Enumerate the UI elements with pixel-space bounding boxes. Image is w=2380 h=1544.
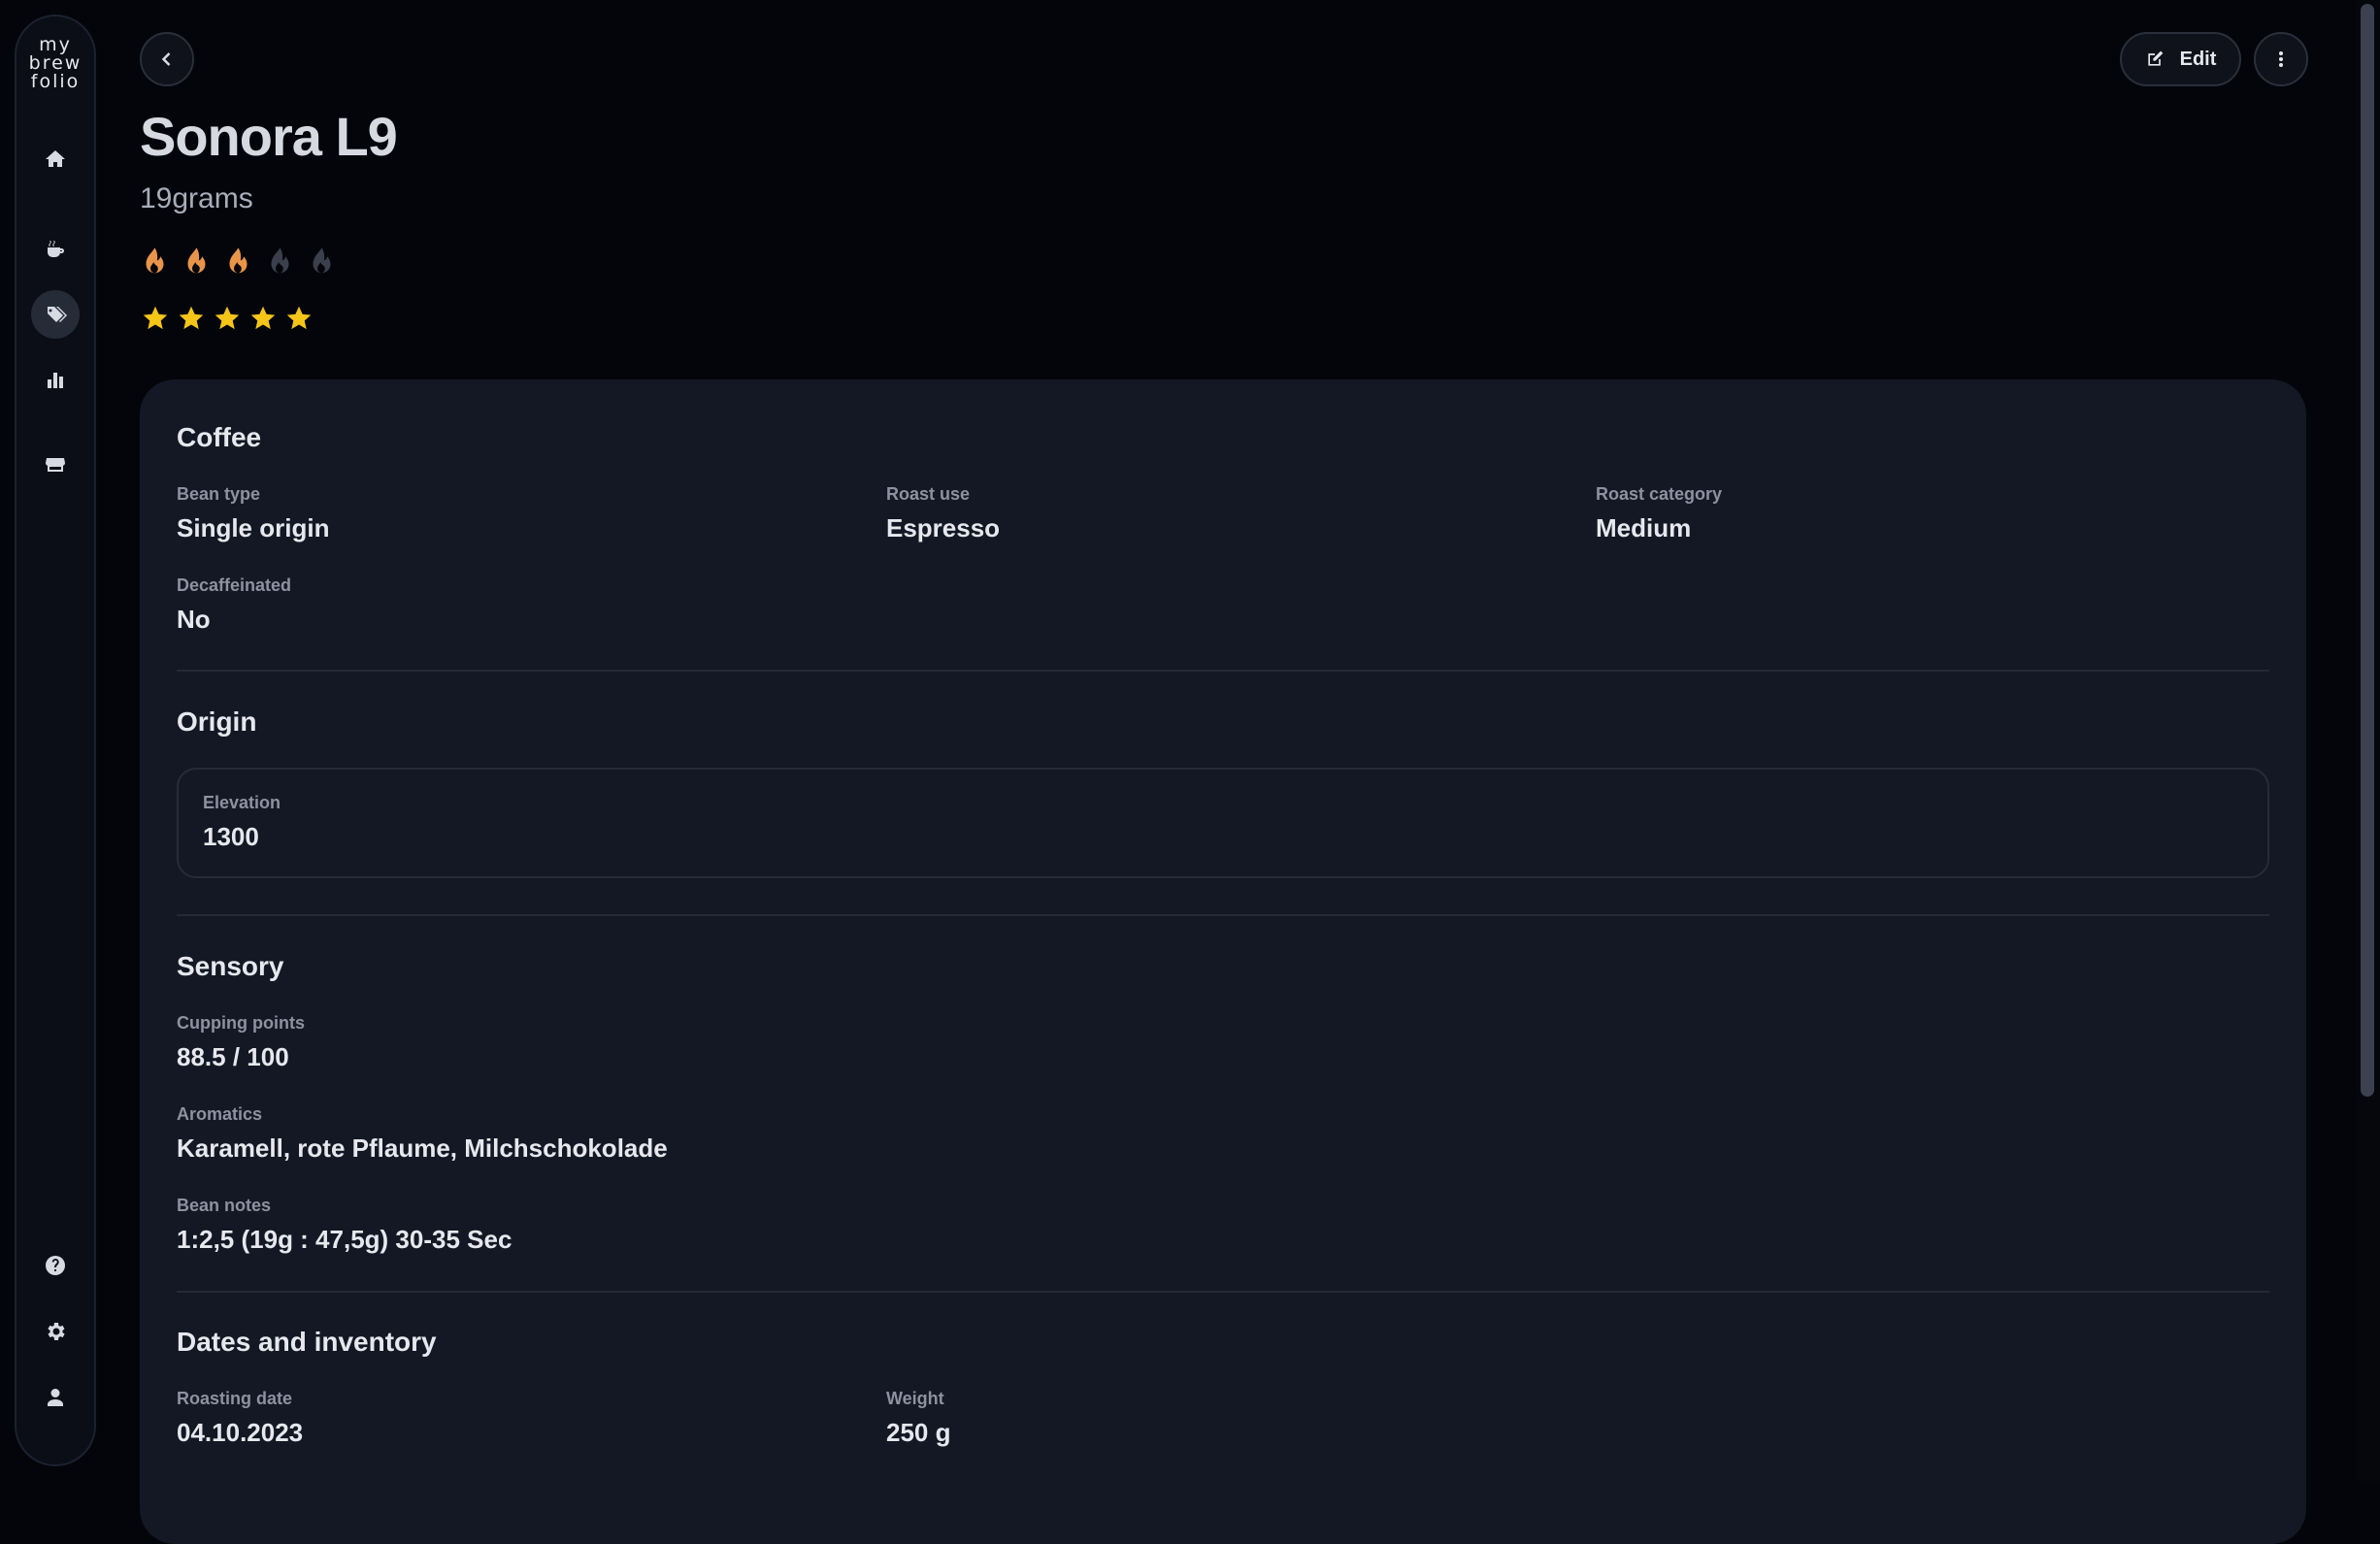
roasting-date-value: 04.10.2023: [177, 1418, 304, 1447]
roaster-name: 19grams: [140, 182, 253, 214]
star-icon: [250, 306, 276, 330]
roast-category-label: Roast category: [1596, 484, 1723, 504]
decaf-value: No: [177, 605, 211, 634]
aromatics-value: Karamell, rote Pflaume, Milchschokolade: [177, 1133, 668, 1163]
more-vertical-icon: [2279, 51, 2283, 67]
elevation-value: 1300: [203, 822, 259, 851]
bar-chart-icon: [48, 373, 63, 388]
cupping-points-value: 88.5 / 100: [177, 1042, 289, 1071]
flame-icon: [146, 247, 164, 274]
section-title-coffee: Coffee: [177, 422, 262, 452]
sidebar-item-brews[interactable]: [31, 225, 80, 274]
help-icon: [46, 1256, 65, 1275]
sidebar: my brew folio: [15, 15, 96, 1466]
flame-icon: [229, 247, 248, 274]
bean-notes-label: Bean notes: [177, 1196, 272, 1215]
divider: [177, 914, 2269, 916]
star-icon: [215, 306, 240, 330]
edit-icon: [2147, 50, 2163, 66]
star-icon: [286, 306, 312, 330]
coffee-cup-icon: [48, 241, 64, 257]
edit-button-label: Edit: [2179, 48, 2217, 70]
roasting-date-label: Roasting date: [177, 1389, 293, 1408]
scrollbar-thumb[interactable]: [2361, 4, 2374, 1097]
sidebar-item-settings[interactable]: [31, 1307, 80, 1356]
weight-label: Weight: [886, 1389, 944, 1408]
bean-notes-value: 1:2,5 (19g : 47,5g) 30-35 Sec: [177, 1225, 512, 1254]
flame-icon: [271, 247, 289, 274]
flame-icon: [187, 247, 206, 274]
app-logo[interactable]: my brew folio: [17, 36, 94, 91]
more-options-button[interactable]: [2254, 32, 2308, 86]
sidebar-item-profile[interactable]: [31, 1373, 80, 1422]
section-title-origin: Origin: [177, 706, 257, 737]
logo-line: folio: [30, 71, 81, 92]
weight-value: 250 g: [886, 1418, 951, 1447]
roast-category-value: Medium: [1596, 513, 1692, 542]
sidebar-item-beans[interactable]: [31, 290, 80, 339]
back-button[interactable]: [140, 32, 194, 86]
roast-level-indicator: [142, 246, 335, 278]
decaf-label: Decaffeinated: [177, 575, 292, 595]
store-icon: [46, 458, 65, 472]
flame-icon: [313, 247, 331, 274]
rating-stars: [142, 305, 313, 332]
sidebar-item-help[interactable]: [31, 1241, 80, 1290]
divider: [177, 670, 2269, 672]
gear-icon: [48, 1323, 65, 1340]
bean-type-label: Bean type: [177, 484, 261, 504]
bean-type-value: Single origin: [177, 513, 330, 542]
sidebar-item-statistics[interactable]: [31, 356, 80, 405]
chevron-left-icon: [161, 52, 171, 66]
section-title-sensory: Sensory: [177, 951, 284, 981]
page-title: Sonora L9: [140, 106, 398, 167]
sidebar-item-roasters[interactable]: [31, 441, 80, 489]
section-title-dates: Dates and inventory: [177, 1327, 437, 1357]
divider: [177, 1291, 2269, 1293]
edit-button[interactable]: Edit: [2120, 32, 2241, 86]
star-icon: [143, 306, 168, 330]
cupping-points-label: Cupping points: [177, 1013, 305, 1033]
sidebar-item-home[interactable]: [31, 135, 80, 183]
elevation-label: Elevation: [203, 793, 281, 812]
aromatics-label: Aromatics: [177, 1104, 263, 1124]
user-icon: [48, 1389, 63, 1406]
tags-icon: [47, 307, 67, 322]
roast-use-label: Roast use: [886, 484, 971, 504]
bean-details-card: Coffee Bean type Single origin Roast use…: [140, 379, 2306, 1544]
elevation-box: Elevation 1300: [177, 768, 2269, 878]
star-icon: [179, 306, 204, 330]
home-icon: [46, 150, 65, 167]
roast-use-value: Espresso: [886, 513, 1001, 542]
